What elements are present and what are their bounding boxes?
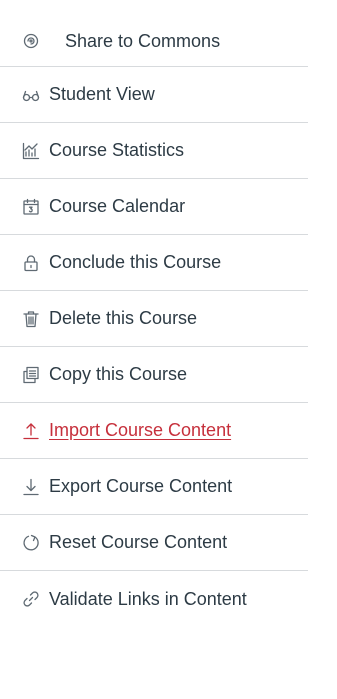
menu-item-student-view[interactable]: Student View [0, 67, 308, 123]
menu-item-label: Export Course Content [49, 476, 233, 496]
menu-item-label: Share to Commons [65, 30, 221, 51]
menu-item-label: Course Statistics [49, 140, 185, 160]
lock-icon [20, 252, 42, 274]
copy-icon [20, 364, 42, 386]
menu-item-label: Import Course Content [49, 420, 232, 440]
calendar-icon [20, 196, 42, 218]
reset-icon [20, 532, 42, 554]
menu-item-copy-course[interactable]: Copy this Course [0, 347, 308, 403]
menu-item-conclude-course[interactable]: Conclude this Course [0, 235, 308, 291]
link-icon [20, 588, 42, 610]
menu-item-reset-course-content[interactable]: Reset Course Content [0, 515, 308, 571]
course-settings-menu: Share to Commons Student View Course Sta… [0, 16, 308, 627]
menu-item-share-to-commons[interactable]: Share to Commons [0, 16, 308, 67]
menu-item-label: Validate Links in Content [49, 588, 247, 609]
menu-item-import-course-content[interactable]: Import Course Content [0, 403, 308, 459]
menu-item-export-course-content[interactable]: Export Course Content [0, 459, 308, 515]
menu-item-label: Copy this Course [49, 364, 188, 384]
menu-item-course-calendar[interactable]: Course Calendar [0, 179, 308, 235]
menu-item-delete-course[interactable]: Delete this Course [0, 291, 308, 347]
menu-item-label: Reset Course Content [49, 532, 228, 552]
download-icon [20, 476, 42, 498]
glasses-icon [20, 84, 42, 106]
upload-icon [20, 420, 42, 442]
menu-item-label: Delete this Course [49, 308, 198, 328]
menu-item-label: Student View [49, 84, 155, 104]
stats-chart-icon [20, 140, 42, 162]
menu-item-validate-links[interactable]: Validate Links in Content [0, 571, 308, 627]
menu-item-label: Course Calendar [49, 196, 186, 216]
menu-item-course-statistics[interactable]: Course Statistics [0, 123, 308, 179]
trash-icon [20, 308, 42, 330]
menu-item-label: Conclude this Course [49, 252, 222, 272]
share-commons-icon [20, 30, 42, 52]
